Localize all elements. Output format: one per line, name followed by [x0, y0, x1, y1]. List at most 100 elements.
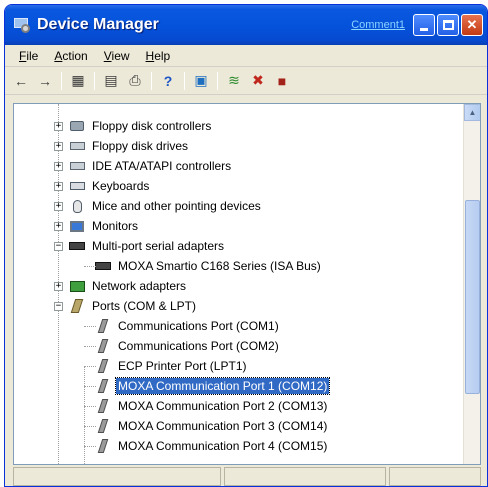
tree-connector-line: [84, 366, 96, 367]
menu-file[interactable]: File: [11, 49, 46, 63]
maximize-icon: [442, 20, 454, 30]
back-arrow-icon[interactable]: ←: [11, 71, 31, 91]
vertical-scrollbar[interactable]: ▲: [463, 104, 480, 464]
tree-item-label: IDE ATA/ATAPI controllers: [92, 159, 232, 173]
network-adapter-icon: [68, 278, 86, 294]
serial-adapter-icon: [68, 238, 86, 254]
tree-item[interactable]: MOXA Smartio C168 Series (ISA Bus): [14, 256, 464, 276]
tree-item[interactable]: + Floppy disk drives: [14, 136, 464, 156]
window-title: Device Manager: [37, 16, 159, 33]
tree-item[interactable]: Communications Port (COM2): [14, 336, 464, 356]
minimize-button[interactable]: [413, 14, 435, 36]
tree-item[interactable]: + Mice and other pointing devices: [14, 196, 464, 216]
scroll-up-button[interactable]: ▲: [464, 104, 480, 121]
properties-icon[interactable]: ▤: [101, 71, 121, 91]
tree-item-label: Monitors: [92, 219, 139, 233]
tree-connector-line: [84, 426, 96, 427]
tree-connector-line: [84, 446, 96, 447]
floppy-drive-icon: [68, 138, 86, 154]
expand-icon[interactable]: +: [54, 281, 63, 291]
tree-item-label: Multi-port serial adapters: [92, 239, 225, 253]
tree-item-label: Keyboards: [92, 179, 150, 193]
port-icon: [94, 378, 112, 394]
comment-link[interactable]: Comment1: [351, 19, 405, 31]
toolbar-separator: [94, 71, 95, 90]
tree-item-label: MOXA Communication Port 1 (COM12): [114, 377, 331, 395]
toolbar-separator: [217, 71, 218, 90]
scan-hardware-icon[interactable]: ▣: [191, 71, 211, 91]
port-icon: [94, 438, 112, 454]
tree-item[interactable]: MOXA Communication Port 1 (COM12): [14, 376, 464, 396]
forward-arrow-icon[interactable]: →: [35, 71, 55, 91]
tree-item-label: Communications Port (COM1): [118, 319, 279, 333]
device-manager-window: Device Manager Comment1 ✕ File Action Vi…: [4, 4, 488, 487]
toolbar-separator: [61, 71, 62, 90]
close-button[interactable]: ✕: [461, 14, 483, 36]
menu-action[interactable]: Action: [46, 49, 95, 63]
tree-item[interactable]: ECP Printer Port (LPT1): [14, 356, 464, 376]
monitor-icon: [68, 218, 86, 234]
status-pane: [389, 467, 481, 486]
tree-item-label: Ports (COM & LPT): [92, 299, 197, 313]
tree-item[interactable]: + Keyboards: [14, 176, 464, 196]
tree-item[interactable]: + Monitors: [14, 216, 464, 236]
expand-icon[interactable]: +: [54, 161, 63, 171]
port-icon: [94, 358, 112, 374]
expand-icon[interactable]: +: [54, 121, 63, 131]
update-driver-icon[interactable]: ≋: [224, 71, 244, 91]
tree-item[interactable]: − Multi-port serial adapters: [14, 236, 464, 256]
menu-help[interactable]: Help: [138, 49, 179, 63]
tree-item-label: MOXA Communication Port 4 (COM15): [118, 439, 328, 453]
tree-connector-line: [84, 326, 96, 327]
port-icon: [94, 418, 112, 434]
minimize-icon: [420, 28, 428, 31]
expand-icon[interactable]: +: [54, 201, 63, 211]
port-icon: [94, 338, 112, 354]
tree-item[interactable]: MOXA Communication Port 4 (COM15): [14, 436, 464, 456]
ports-icon: [68, 298, 86, 314]
print-icon[interactable]: ⎙: [125, 71, 145, 91]
tree-connector-line: [84, 386, 96, 387]
tree-item[interactable]: MOXA Communication Port 2 (COM13): [14, 396, 464, 416]
keyboard-icon: [68, 178, 86, 194]
status-pane: [224, 467, 386, 486]
expand-icon[interactable]: +: [54, 141, 63, 151]
close-icon: ✕: [466, 17, 478, 32]
tree-item[interactable]: Communications Port (COM1): [14, 316, 464, 336]
device-manager-app-icon[interactable]: [13, 16, 31, 34]
help-icon[interactable]: ?: [158, 71, 178, 91]
tree-item[interactable]: − Ports (COM & LPT): [14, 296, 464, 316]
title-bar[interactable]: Device Manager Comment1 ✕: [5, 5, 487, 45]
expand-icon[interactable]: +: [54, 181, 63, 191]
floppy-controller-icon: [68, 118, 86, 134]
disable-device-icon[interactable]: ✖: [248, 71, 268, 91]
toolbar-separator: [184, 71, 185, 90]
expand-icon[interactable]: +: [54, 221, 63, 231]
tree-item-label: Network adapters: [92, 279, 187, 293]
serial-adapter-icon: [94, 258, 112, 274]
tree-item[interactable]: + Floppy disk controllers: [14, 116, 464, 136]
collapse-icon[interactable]: −: [54, 301, 63, 311]
scrollbar-thumb[interactable]: [465, 200, 480, 394]
uninstall-device-icon[interactable]: ■: [272, 71, 292, 91]
tree-connector-line: [84, 406, 96, 407]
tree-item[interactable]: + Network adapters: [14, 276, 464, 296]
ide-controller-icon: [68, 158, 86, 174]
menu-view[interactable]: View: [96, 49, 138, 63]
tree-item-label: MOXA Smartio C168 Series (ISA Bus): [118, 259, 321, 273]
status-bar: [13, 467, 481, 486]
tree-item[interactable]: MOXA Communication Port 3 (COM14): [14, 416, 464, 436]
menu-bar: File Action View Help: [5, 45, 487, 67]
tree-item-label: Floppy disk drives: [92, 139, 189, 153]
tree-item-label: MOXA Communication Port 2 (COM13): [118, 399, 328, 413]
device-tree-panel: + Floppy disk controllers + Floppy disk dri…: [13, 103, 481, 465]
show-hide-tree-icon[interactable]: ▦: [68, 71, 88, 91]
tree-item-label: Mice and other pointing devices: [92, 199, 261, 213]
port-icon: [94, 318, 112, 334]
tree-item[interactable]: + IDE ATA/ATAPI controllers: [14, 156, 464, 176]
mouse-icon: [68, 198, 86, 214]
toolbar: ← → ▦ ▤ ⎙ ? ▣ ≋ ✖ ■: [5, 67, 487, 95]
maximize-button[interactable]: [437, 14, 459, 36]
tree-connector-line: [84, 266, 96, 267]
collapse-icon[interactable]: −: [54, 241, 63, 251]
